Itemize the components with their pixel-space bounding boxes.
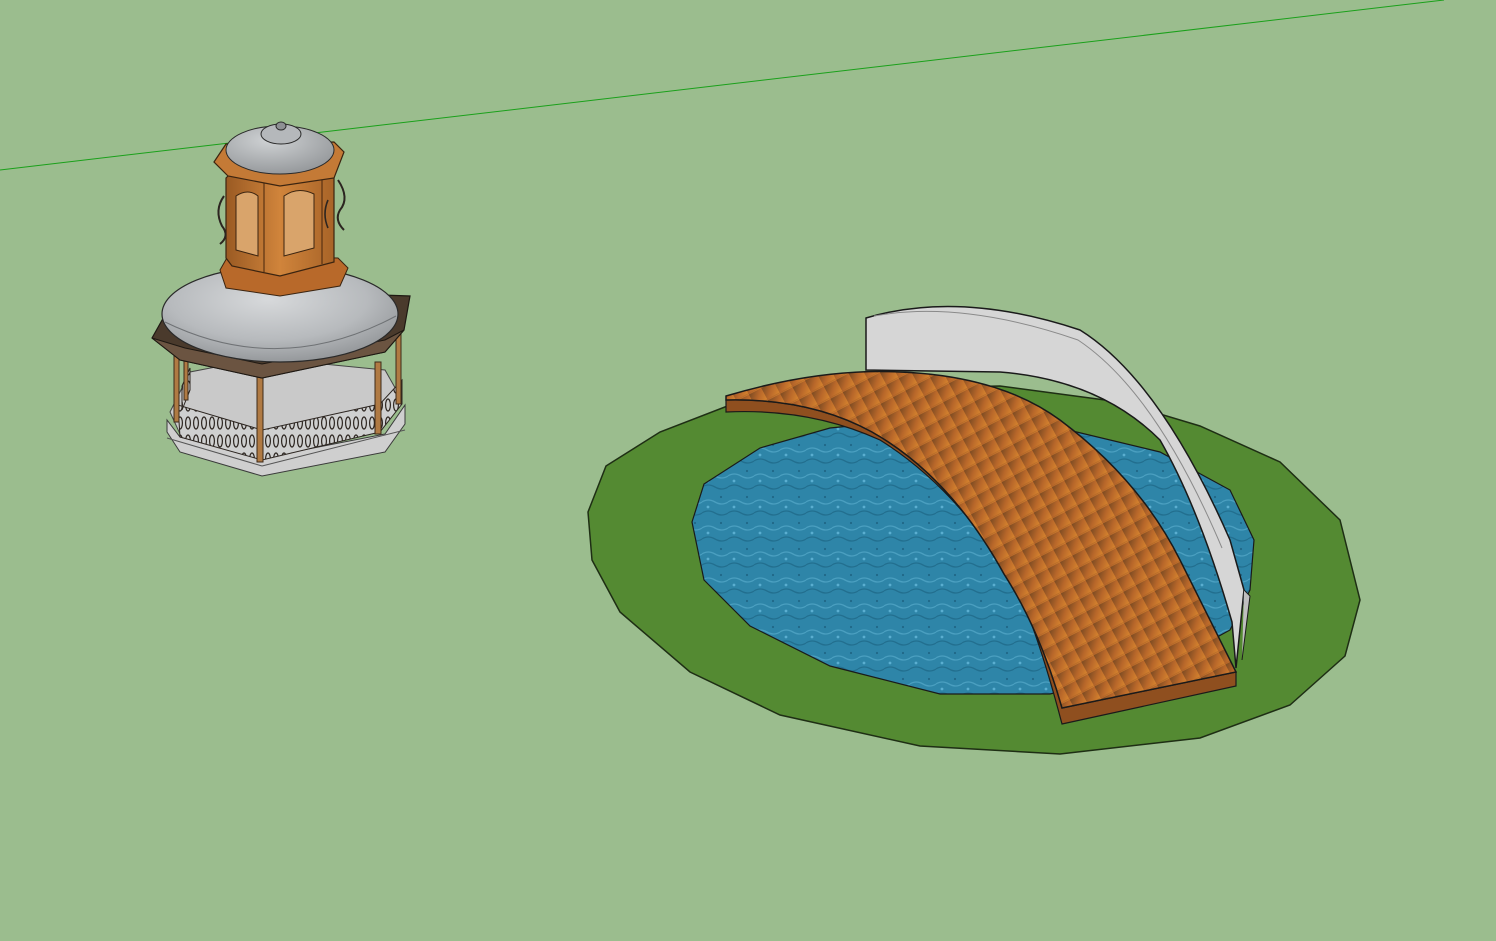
cupola-finial	[275, 121, 287, 131]
cupola-window-left	[235, 191, 259, 257]
cupola-scroll-left	[217, 195, 227, 245]
cupola-window-center	[283, 190, 315, 257]
cupola-scroll-right	[336, 179, 346, 231]
gazebo-model[interactable]	[151, 121, 411, 477]
green-axis-line	[0, 0, 1445, 171]
3d-model-viewport[interactable]	[0, 0, 1496, 941]
